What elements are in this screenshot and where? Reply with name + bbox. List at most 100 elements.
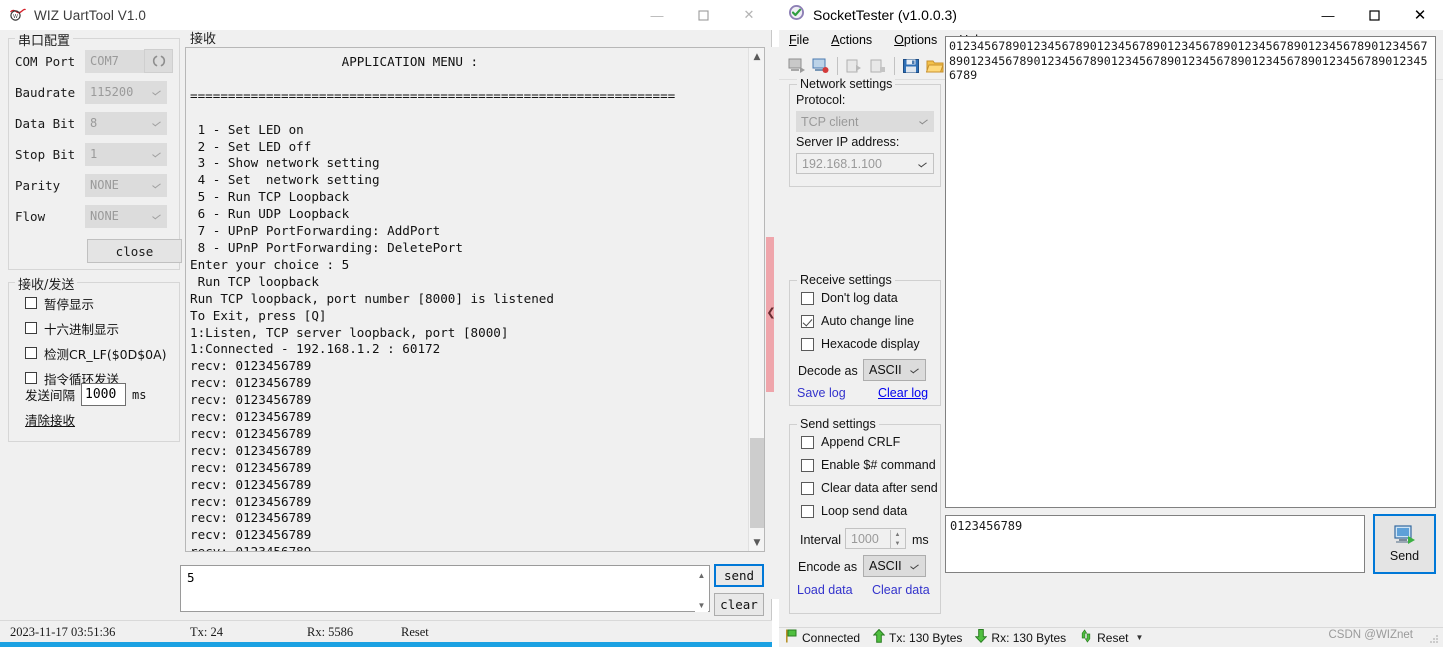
protocol-value: TCP client bbox=[801, 114, 859, 129]
stop-bit-select[interactable]: 1 bbox=[85, 142, 167, 166]
checkbox-checked-icon bbox=[801, 314, 814, 328]
terminal-scrollbar[interactable]: ▲ ▼ bbox=[748, 48, 764, 551]
resize-grip-icon[interactable] bbox=[1429, 634, 1439, 644]
checkbox-icon bbox=[801, 337, 814, 351]
chevron-down-icon[interactable]: ▼ bbox=[1135, 633, 1143, 642]
socket-close-button[interactable]: ✕ bbox=[1397, 0, 1443, 30]
baudrate-row: Baudrate 115200 bbox=[15, 80, 167, 104]
scrollbar-thumb[interactable] bbox=[750, 438, 764, 528]
menu-options[interactable]: Options bbox=[894, 33, 937, 47]
socket-send-button[interactable]: Send bbox=[1373, 514, 1436, 574]
uart-minimize-button[interactable]: — bbox=[634, 0, 680, 30]
save-log-link[interactable]: Save log bbox=[797, 386, 846, 400]
baudrate-select[interactable]: 115200 bbox=[85, 80, 167, 104]
rx-status: Rx: 130 Bytes bbox=[975, 629, 1066, 646]
network-settings-legend: Network settings bbox=[797, 77, 896, 91]
clear-log-link[interactable]: Clear log bbox=[878, 386, 928, 400]
com-port-label: COM Port bbox=[15, 53, 76, 69]
checkbox-icon bbox=[25, 297, 37, 309]
tx-status: Tx: 130 Bytes bbox=[872, 628, 962, 646]
menu-actions[interactable]: Actions bbox=[831, 33, 872, 47]
open-folder-icon[interactable] bbox=[923, 54, 947, 78]
socket-send-input[interactable]: 0123456789 bbox=[945, 515, 1365, 573]
load-data-link[interactable]: Load data bbox=[797, 583, 853, 597]
hex-display-checkbox[interactable]: 十六进制显示 bbox=[25, 318, 119, 338]
uart-send-input[interactable]: 5 ▲ ▼ bbox=[180, 565, 710, 612]
send-settings-legend: Send settings bbox=[797, 417, 879, 431]
receive-settings-group: Receive settings Don't log data Auto cha… bbox=[789, 273, 941, 406]
socket-title-bar: SocketTester (v1.0.0.3) — ✕ bbox=[779, 0, 1443, 30]
checkbox-icon bbox=[801, 291, 814, 305]
uart-send-button[interactable]: send bbox=[714, 564, 764, 587]
auto-change-line-checkbox[interactable]: Auto change line bbox=[801, 314, 914, 328]
save-icon[interactable] bbox=[899, 54, 923, 78]
spinner-arrows-icon[interactable]: ▲ ▼ bbox=[890, 530, 904, 549]
send-interval-input[interactable]: 1000 bbox=[81, 383, 127, 406]
window-splitter[interactable]: ❮ bbox=[766, 47, 780, 599]
clear-receive-link[interactable]: 清除接收 bbox=[25, 410, 75, 429]
flow-row: Flow NONE bbox=[15, 204, 167, 228]
spinner-down-icon[interactable]: ▼ bbox=[891, 540, 904, 550]
chevron-down-icon bbox=[152, 150, 161, 157]
uart-maximize-button[interactable] bbox=[680, 0, 726, 30]
encode-as-label: Encode as bbox=[798, 560, 858, 574]
reset-label[interactable]: Reset bbox=[1097, 631, 1128, 645]
dont-log-data-checkbox[interactable]: Don't log data bbox=[801, 291, 898, 305]
stop-send-icon[interactable] bbox=[866, 54, 890, 78]
socket-minimize-button[interactable]: — bbox=[1305, 0, 1351, 30]
uart-reset-label[interactable]: Reset bbox=[401, 625, 429, 640]
send-data-icon[interactable] bbox=[842, 54, 866, 78]
scroll-down-icon[interactable]: ▼ bbox=[749, 534, 764, 551]
connect-icon[interactable] bbox=[785, 54, 809, 78]
loop-send-data-checkbox[interactable]: Loop send data bbox=[801, 504, 907, 518]
rx-bytes-label: Rx: 130 Bytes bbox=[991, 630, 1067, 645]
interval-label: Interval bbox=[800, 533, 841, 547]
protocol-select[interactable]: TCP client bbox=[796, 111, 934, 132]
decode-as-select[interactable]: ASCII bbox=[863, 359, 926, 381]
data-bit-select[interactable]: 8 bbox=[85, 111, 167, 135]
socket-window-controls: — ✕ bbox=[1305, 0, 1443, 30]
socket-tester-window: SocketTester (v1.0.0.3) — ✕ File Actions… bbox=[779, 0, 1443, 647]
refresh-icon[interactable] bbox=[144, 49, 173, 73]
pause-display-checkbox[interactable]: 暂停显示 bbox=[25, 293, 94, 313]
reset-status[interactable]: Reset ▼ bbox=[1079, 629, 1143, 646]
send-interval-label: 发送间隔 bbox=[25, 388, 76, 403]
receive-log-area[interactable]: 0123456789012345678901234567890123456789… bbox=[945, 36, 1436, 508]
append-crlf-checkbox[interactable]: Append CRLF bbox=[801, 435, 900, 449]
stop-bit-label: Stop Bit bbox=[15, 146, 76, 162]
uart-send-scrollbar[interactable]: ▲ ▼ bbox=[695, 567, 708, 612]
down-arrow-icon bbox=[975, 629, 988, 646]
chevron-down-icon bbox=[152, 212, 161, 219]
send-settings-group: Send settings Append CRLF Enable $# comm… bbox=[789, 417, 941, 614]
socket-send-button-label: Send bbox=[1389, 549, 1420, 563]
receive-settings-legend: Receive settings bbox=[797, 273, 895, 287]
hexacode-display-checkbox[interactable]: Hexacode display bbox=[801, 337, 920, 351]
enable-command-checkbox[interactable]: Enable $# command bbox=[801, 458, 936, 472]
uart-timestamp: 2023-11-17 03:51:36 bbox=[10, 625, 116, 639]
protocol-label: Protocol: bbox=[796, 93, 846, 107]
uart-clear-button[interactable]: clear bbox=[714, 593, 764, 616]
uart-close-button[interactable]: ✕ bbox=[726, 0, 772, 30]
server-ip-input[interactable]: 192.168.1.100 bbox=[796, 153, 934, 174]
chevron-down-icon[interactable] bbox=[918, 160, 927, 168]
socket-maximize-button[interactable] bbox=[1351, 0, 1397, 30]
clear-after-send-checkbox[interactable]: Clear data after send bbox=[801, 481, 938, 495]
chevron-left-icon[interactable]: ❮ bbox=[766, 302, 776, 322]
disconnect-icon[interactable] bbox=[809, 54, 833, 78]
encode-as-value: ASCII bbox=[869, 559, 902, 573]
pause-display-label: 暂停显示 bbox=[44, 296, 95, 312]
interval-spinner[interactable]: 1000 ▲ ▼ bbox=[845, 528, 906, 549]
spinner-up-icon[interactable]: ▲ bbox=[891, 530, 904, 540]
encode-as-select[interactable]: ASCII bbox=[863, 555, 926, 577]
detect-crlf-checkbox[interactable]: 检测CR_LF($0D$0A) bbox=[25, 343, 167, 363]
dont-log-data-label: Don't log data bbox=[821, 291, 898, 305]
scroll-up-icon[interactable]: ▲ bbox=[749, 48, 764, 65]
stop-bit-row: Stop Bit 1 bbox=[15, 142, 167, 166]
clear-data-link[interactable]: Clear data bbox=[872, 583, 930, 597]
parity-select[interactable]: NONE bbox=[85, 173, 167, 197]
checkbox-icon bbox=[801, 458, 814, 472]
flow-select[interactable]: NONE bbox=[85, 204, 167, 228]
menu-file[interactable]: File bbox=[789, 33, 809, 47]
close-port-button[interactable]: close bbox=[87, 239, 182, 263]
data-bit-row: Data Bit 8 bbox=[15, 111, 167, 135]
